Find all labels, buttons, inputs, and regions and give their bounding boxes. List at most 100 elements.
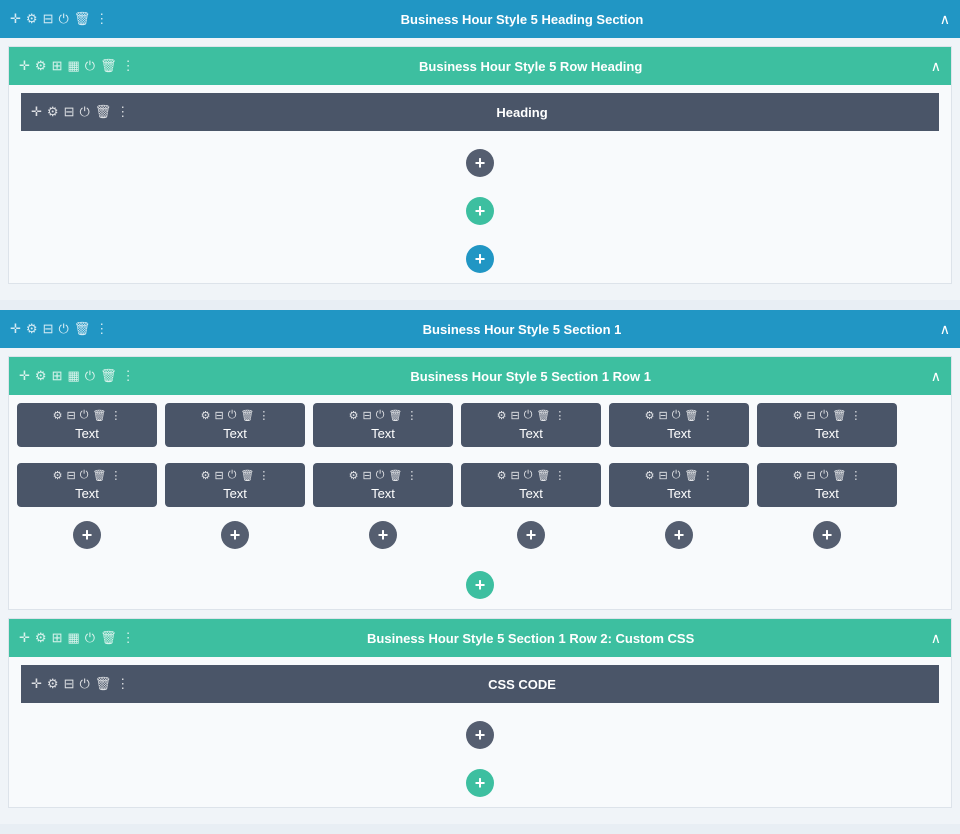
gear-icon[interactable]: ⚙ <box>497 469 507 482</box>
add-col-3-button[interactable]: + <box>369 521 397 549</box>
section1-row1-chevron[interactable]: ∧ <box>931 368 941 385</box>
layers-icon[interactable]: ⊟ <box>362 409 371 422</box>
layers-icon[interactable]: ⊟ <box>43 321 54 337</box>
move-icon[interactable]: ✛ <box>19 368 30 384</box>
move-icon[interactable]: ✛ <box>10 11 21 27</box>
dots-icon[interactable]: ⋮ <box>116 104 129 120</box>
trash-icon[interactable]: 🗑 <box>95 676 112 692</box>
section1-row2-chevron[interactable]: ∧ <box>931 630 941 647</box>
gear-icon[interactable]: ⚙ <box>349 409 359 422</box>
gear-icon[interactable]: ⚙ <box>201 469 211 482</box>
trash-icon[interactable]: 🗑 <box>92 409 106 422</box>
layers-icon[interactable]: ⊞ <box>52 368 63 384</box>
dots-icon[interactable]: ⋮ <box>110 469 121 482</box>
trash-icon[interactable]: 🗑 <box>100 58 117 74</box>
move-icon[interactable]: ✛ <box>19 58 30 74</box>
gear-icon[interactable]: ⚙ <box>645 469 655 482</box>
gear-icon[interactable]: ⚙ <box>35 368 47 384</box>
section1-chevron[interactable]: ∧ <box>940 321 950 338</box>
add-col-6-button[interactable]: + <box>813 521 841 549</box>
layers-icon[interactable]: ⊟ <box>66 469 75 482</box>
trash-icon[interactable]: 🗑 <box>832 409 846 422</box>
layers-icon[interactable]: ⊟ <box>658 469 667 482</box>
trash-icon[interactable]: 🗑 <box>240 469 254 482</box>
trash-icon[interactable]: 🗑 <box>74 321 91 337</box>
layers-icon[interactable]: ⊟ <box>362 469 371 482</box>
power-icon[interactable]: ⏻ <box>524 409 533 422</box>
add-col-1-button[interactable]: + <box>73 521 101 549</box>
power-icon[interactable]: ⏻ <box>85 630 95 646</box>
layers-icon[interactable]: ⊟ <box>510 409 519 422</box>
heading-row-chevron[interactable]: ∧ <box>931 58 941 75</box>
trash-icon[interactable]: 🗑 <box>684 469 698 482</box>
power-icon[interactable]: ⏻ <box>79 676 89 692</box>
add-col-2-button[interactable]: + <box>221 521 249 549</box>
layers-icon[interactable]: ⊟ <box>43 11 54 27</box>
add-col-5-button[interactable]: + <box>665 521 693 549</box>
power-icon[interactable]: ⏻ <box>376 469 385 482</box>
layers-icon[interactable]: ⊞ <box>52 58 63 74</box>
layers-icon[interactable]: ⊟ <box>806 409 815 422</box>
dots-icon[interactable]: ⋮ <box>406 409 417 422</box>
dots-icon[interactable]: ⋮ <box>850 469 861 482</box>
trash-icon[interactable]: 🗑 <box>92 469 106 482</box>
move-icon[interactable]: ✛ <box>31 104 42 120</box>
gear-icon[interactable]: ⚙ <box>497 409 507 422</box>
layers-icon[interactable]: ⊟ <box>214 409 223 422</box>
gear-icon[interactable]: ⚙ <box>793 409 803 422</box>
layers-icon[interactable]: ⊟ <box>64 676 75 692</box>
gear-icon[interactable]: ⚙ <box>53 409 63 422</box>
power-icon[interactable]: ⏻ <box>376 409 385 422</box>
power-icon[interactable]: ⏻ <box>80 469 89 482</box>
trash-icon[interactable]: 🗑 <box>388 409 402 422</box>
gear-icon[interactable]: ⚙ <box>47 676 59 692</box>
power-icon[interactable]: ⏻ <box>228 409 237 422</box>
gear-icon[interactable]: ⚙ <box>201 409 211 422</box>
dots-icon[interactable]: ⋮ <box>850 409 861 422</box>
trash-icon[interactable]: 🗑 <box>536 469 550 482</box>
gear-icon[interactable]: ⚙ <box>35 630 47 646</box>
trash-icon[interactable]: 🗑 <box>684 409 698 422</box>
dots-icon[interactable]: ⋮ <box>554 469 565 482</box>
layers-icon[interactable]: ⊟ <box>66 409 75 422</box>
gear-icon[interactable]: ⚙ <box>793 469 803 482</box>
gear-icon[interactable]: ⚙ <box>26 11 38 27</box>
gear-icon[interactable]: ⚙ <box>35 58 47 74</box>
add-col-4-button[interactable]: + <box>517 521 545 549</box>
move-icon[interactable]: ✛ <box>10 321 21 337</box>
columns-icon[interactable]: ▦ <box>67 630 79 646</box>
dots-icon[interactable]: ⋮ <box>702 469 713 482</box>
layers-icon[interactable]: ⊟ <box>806 469 815 482</box>
trash-icon[interactable]: 🗑 <box>100 630 117 646</box>
gear-icon[interactable]: ⚙ <box>53 469 63 482</box>
columns-icon[interactable]: ▦ <box>67 368 79 384</box>
power-icon[interactable]: ⏻ <box>58 11 68 27</box>
power-icon[interactable]: ⏻ <box>672 469 681 482</box>
trash-icon[interactable]: 🗑 <box>832 469 846 482</box>
dots-icon[interactable]: ⋮ <box>406 469 417 482</box>
trash-icon[interactable]: 🗑 <box>536 409 550 422</box>
layers-icon[interactable]: ⊟ <box>64 104 75 120</box>
layers-icon[interactable]: ⊟ <box>214 469 223 482</box>
trash-icon[interactable]: 🗑 <box>388 469 402 482</box>
dots-icon[interactable]: ⋮ <box>122 368 135 384</box>
trash-icon[interactable]: 🗑 <box>74 11 91 27</box>
trash-icon[interactable]: 🗑 <box>240 409 254 422</box>
power-icon[interactable]: ⏻ <box>228 469 237 482</box>
power-icon[interactable]: ⏻ <box>85 58 95 74</box>
power-icon[interactable]: ⏻ <box>85 368 95 384</box>
dots-icon[interactable]: ⋮ <box>702 409 713 422</box>
power-icon[interactable]: ⏻ <box>58 321 68 337</box>
layers-icon[interactable]: ⊟ <box>658 409 667 422</box>
add-css-row-teal-button[interactable]: + <box>466 769 494 797</box>
dots-icon[interactable]: ⋮ <box>258 409 269 422</box>
dots-icon[interactable]: ⋮ <box>110 409 121 422</box>
add-row1-teal-button[interactable]: + <box>466 571 494 599</box>
add-block-button-blue[interactable]: + <box>466 245 494 273</box>
columns-icon[interactable]: ▦ <box>67 58 79 74</box>
dots-icon[interactable]: ⋮ <box>116 676 129 692</box>
layers-icon[interactable]: ⊟ <box>510 469 519 482</box>
dots-icon[interactable]: ⋮ <box>95 11 108 27</box>
add-css-block-button[interactable]: + <box>466 721 494 749</box>
power-icon[interactable]: ⏻ <box>672 409 681 422</box>
